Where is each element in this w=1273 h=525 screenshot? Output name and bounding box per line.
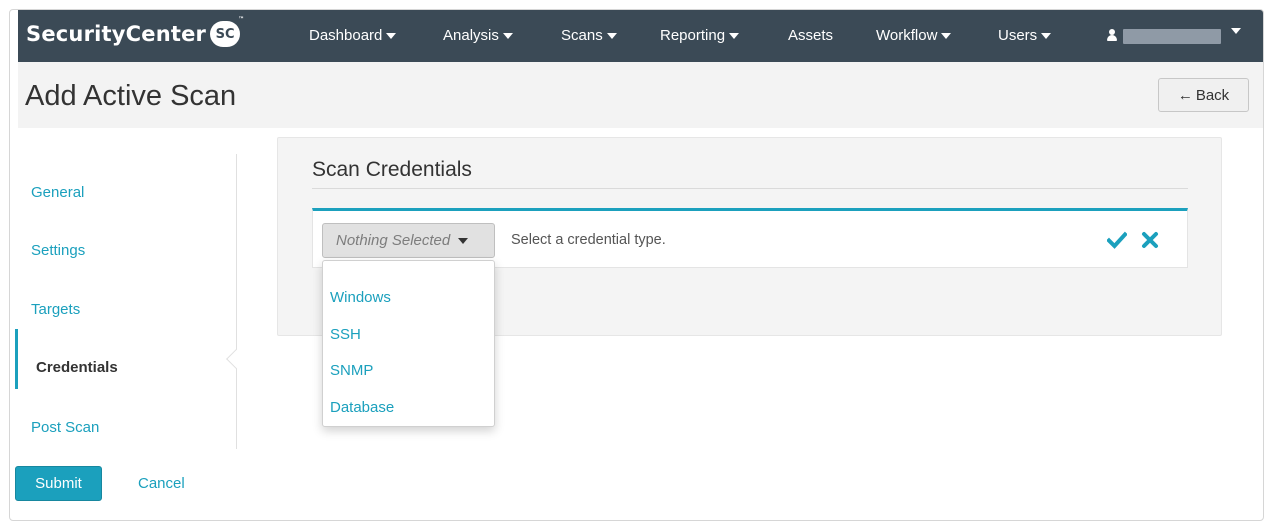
user-name-redacted[interactable] [1123, 29, 1221, 44]
chevron-down-icon [1041, 33, 1052, 40]
back-button[interactable]: ← Back [1158, 78, 1249, 112]
user-icon-body [1107, 35, 1117, 41]
nav-users-label: Users [998, 27, 1038, 44]
nav-analysis[interactable]: Analysis [443, 27, 513, 44]
chevron-down-icon [502, 33, 513, 40]
cancel-link[interactable]: Cancel [138, 475, 185, 492]
menu-item-windows[interactable]: Windows [330, 289, 391, 306]
nav-assets-label: Assets [788, 27, 834, 44]
nav-reporting[interactable]: Reporting [660, 27, 740, 44]
menu-item-database[interactable]: Database [330, 399, 394, 416]
nav-analysis-label: Analysis [443, 27, 499, 44]
submit-button[interactable]: Submit [15, 466, 102, 501]
nav-users[interactable]: Users [998, 27, 1052, 44]
menu-item-snmp[interactable]: SNMP [330, 362, 373, 379]
brand-badge: SC ™ [210, 16, 244, 47]
active-step-indicator [15, 329, 18, 389]
close-icon[interactable] [1141, 231, 1159, 249]
check-icon[interactable] [1107, 231, 1127, 249]
section-divider [312, 188, 1188, 189]
section-title: Scan Credentials [312, 158, 472, 181]
top-navbar: SecurityCenter SC ™ Dashboard Analysis S… [18, 10, 1263, 62]
step-post-scan[interactable]: Post Scan [31, 419, 99, 436]
credential-type-select[interactable]: Nothing Selected [322, 223, 495, 258]
nav-workflow[interactable]: Workflow [876, 27, 952, 44]
brand-trademark: ™ [238, 16, 245, 23]
chevron-down-icon [386, 33, 397, 40]
steps-divider [236, 154, 237, 449]
credential-helper-text: Select a credential type. [511, 232, 666, 248]
page-title: Add Active Scan [25, 80, 237, 112]
step-general[interactable]: General [31, 184, 84, 201]
chevron-down-icon[interactable] [1231, 28, 1241, 34]
nav-workflow-label: Workflow [876, 27, 938, 44]
nav-scans[interactable]: Scans [561, 27, 617, 44]
brand-logo[interactable]: SecurityCenter SC ™ [26, 16, 244, 47]
chevron-down-icon [606, 33, 617, 40]
chevron-down-icon [458, 237, 469, 244]
brand-name: SecurityCenter [26, 22, 207, 46]
step-targets[interactable]: Targets [31, 301, 80, 318]
chevron-down-icon [941, 33, 952, 40]
back-button-label: Back [1195, 86, 1230, 104]
step-settings[interactable]: Settings [31, 242, 85, 259]
nav-scans-label: Scans [561, 27, 603, 44]
nav-reporting-label: Reporting [660, 27, 726, 44]
user-icon[interactable] [1107, 29, 1117, 41]
nav-dashboard[interactable]: Dashboard [309, 27, 397, 44]
menu-item-ssh[interactable]: SSH [330, 326, 361, 343]
brand-badge-text: SC [215, 26, 235, 42]
step-credentials[interactable]: Credentials [36, 359, 118, 376]
nav-assets[interactable]: Assets [788, 27, 833, 44]
page-header: Add Active Scan ← Back [18, 62, 1263, 128]
nav-dashboard-label: Dashboard [309, 27, 383, 44]
credential-type-value: Nothing Selected [336, 232, 451, 249]
arrow-left-icon: ← [1177, 86, 1193, 104]
chevron-down-icon [729, 33, 740, 40]
